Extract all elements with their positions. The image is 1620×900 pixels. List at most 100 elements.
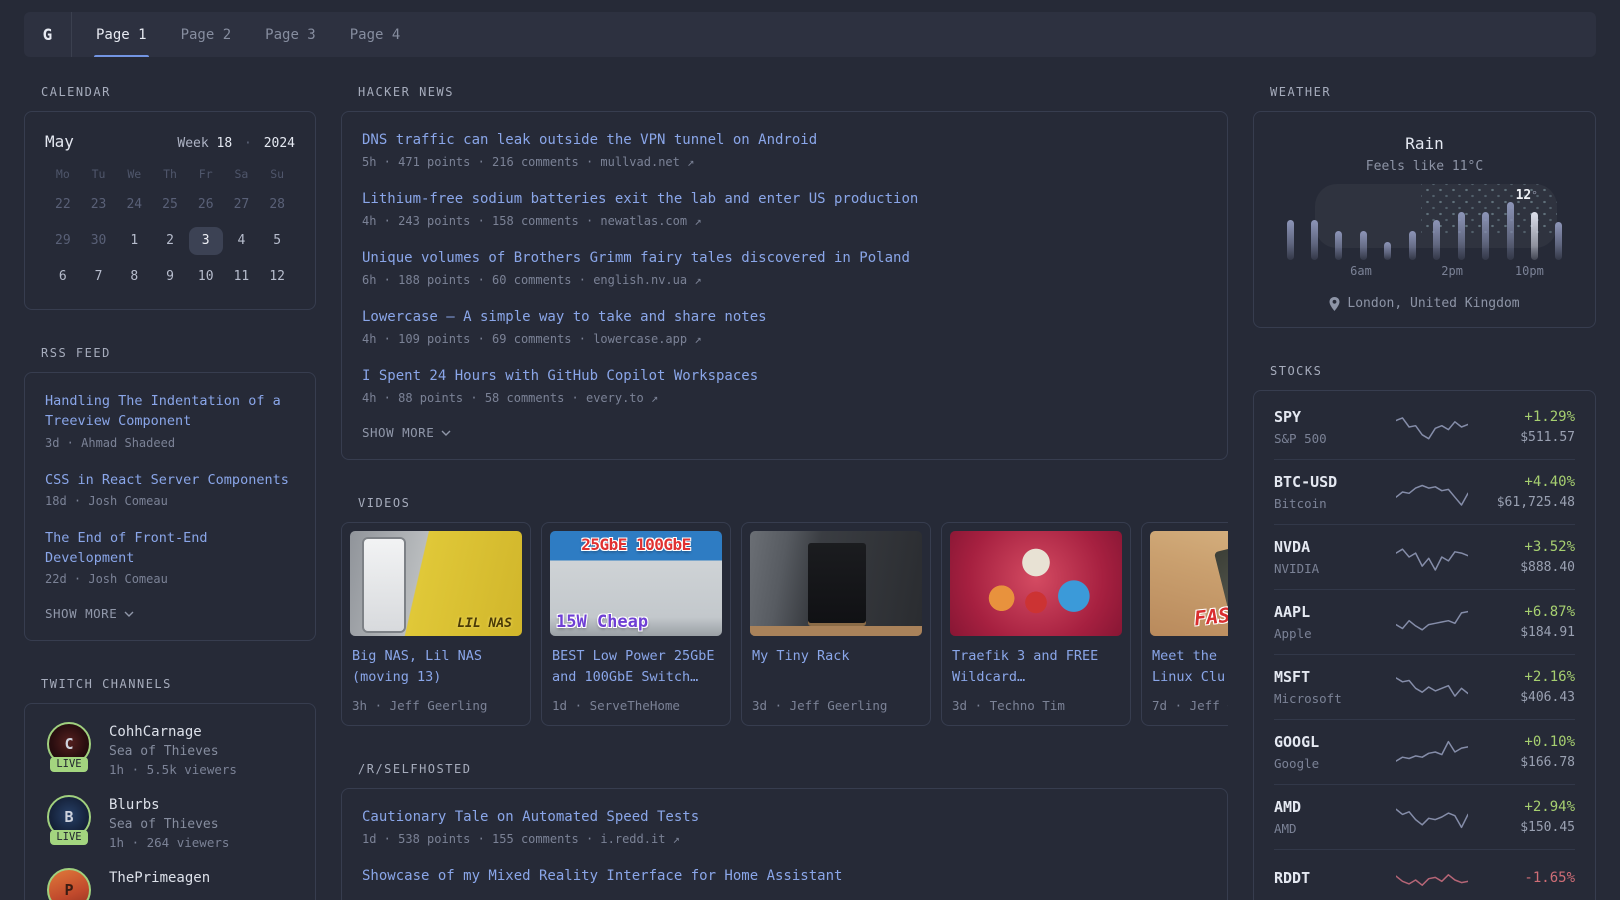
- calendar-day[interactable]: 30: [82, 227, 116, 255]
- rss-item-title[interactable]: CSS in React Server Components: [45, 470, 295, 490]
- video-card[interactable]: 25GbE 100GbE 15W Cheap BEST Low Power 25…: [541, 522, 731, 726]
- video-title[interactable]: Big NAS, Lil NAS (moving 13): [342, 646, 530, 690]
- tab-page-4[interactable]: Page 4: [348, 12, 403, 57]
- weather-time-labels: 6am 2pm 10pm: [1287, 264, 1563, 280]
- stock-name: Apple: [1274, 626, 1312, 641]
- rss-item-meta: 3d · Ahmad Shadeed: [45, 435, 176, 450]
- left-column: CALENDAR May Week 18 · 2024 Mo Tu We Th Fr Sa…: [24, 85, 316, 900]
- channel-meta: 1h · 5.5k viewers: [109, 762, 237, 778]
- calendar-day[interactable]: 11: [224, 263, 258, 291]
- reddit-item-title[interactable]: Cautionary Tale on Automated Speed Tests: [362, 807, 1207, 828]
- stock-row[interactable]: MSFT Microsoft +2.16% $406.43: [1274, 655, 1575, 720]
- calendar-day[interactable]: 1: [117, 227, 151, 255]
- video-title[interactable]: Meet the Linux Clu: [1142, 646, 1228, 690]
- stock-price: $150.45: [1520, 820, 1575, 835]
- hn-item-title[interactable]: Lowercase – A simple way to take and sha…: [362, 307, 1207, 328]
- rss-item: CSS in React Server Components 18d · Jos…: [45, 470, 295, 508]
- calendar-day[interactable]: 6: [46, 263, 80, 291]
- calendar-day[interactable]: 8: [117, 263, 151, 291]
- video-card[interactable]: Traefik 3 and FREE Wildcard… 3d · Techno…: [941, 522, 1131, 726]
- calendar-day[interactable]: 29: [46, 227, 80, 255]
- video-thumbnail[interactable]: LIL NAS: [350, 531, 522, 636]
- videos-section-title: VIDEOS: [358, 496, 411, 510]
- calendar-day[interactable]: 4: [224, 227, 258, 255]
- tab-page-3[interactable]: Page 3: [263, 12, 318, 57]
- reddit-item-title[interactable]: Showcase of my Mixed Reality Interface f…: [362, 866, 1207, 887]
- weather-bar: [1433, 220, 1441, 260]
- video-card[interactable]: My Tiny Rack 3d · Jeff Geerling: [741, 522, 931, 726]
- calendar-day[interactable]: 9: [153, 263, 187, 291]
- video-card[interactable]: LIL NAS Big NAS, Lil NAS (moving 13) 3h …: [341, 522, 531, 726]
- rss-item: Handling The Indentation of a Treeview C…: [45, 391, 295, 450]
- video-title[interactable]: Traefik 3 and FREE Wildcard…: [942, 646, 1130, 690]
- video-thumbnail[interactable]: [750, 531, 922, 636]
- stock-row[interactable]: GOOGL Google +0.10% $166.78: [1274, 720, 1575, 785]
- reddit-item: Showcase of my Mixed Reality Interface f…: [362, 866, 1207, 887]
- calendar-week-info: Week 18 · 2024: [177, 136, 295, 151]
- video-meta: 3d · Jeff Geerling: [752, 698, 888, 713]
- calendar-day[interactable]: 27: [224, 191, 258, 219]
- stock-row[interactable]: NVDA NVIDIA +3.52% $888.40: [1274, 525, 1575, 590]
- rss-section-title: RSS FEED: [41, 346, 111, 360]
- rss-item-title[interactable]: The End of Front-End Development: [45, 528, 295, 569]
- calendar-day[interactable]: 2: [153, 227, 187, 255]
- calendar-day-header: Mo: [55, 167, 70, 181]
- video-thumbnail[interactable]: 25GbE 100GbE 15W Cheap: [550, 531, 722, 636]
- stock-change: +6.87%: [1524, 604, 1575, 620]
- video-meta: 1d · ServeTheHome: [552, 698, 680, 713]
- stock-ticker: BTC-USD: [1274, 473, 1338, 491]
- live-badge: LIVE: [50, 757, 88, 773]
- hn-section-title: HACKER NEWS: [358, 85, 454, 99]
- calendar-day[interactable]: 10: [189, 263, 223, 291]
- stock-row[interactable]: BTC-USD Bitcoin +4.40% $61,725.48: [1274, 460, 1575, 525]
- stock-row[interactable]: SPY S&P 500 +1.29% $511.57: [1274, 395, 1575, 460]
- stock-name: NVIDIA: [1274, 561, 1320, 576]
- hn-item-title[interactable]: DNS traffic can leak outside the VPN tun…: [362, 130, 1207, 151]
- calendar-day[interactable]: 12: [260, 263, 294, 291]
- video-card[interactable]: FAST Meet the Linux Clu 7d · Jeff Geerli…: [1141, 522, 1228, 726]
- app-logo[interactable]: G: [24, 12, 72, 57]
- calendar-day[interactable]: 26: [189, 191, 223, 219]
- hn-item: Lithium-free sodium batteries exit the l…: [362, 189, 1207, 228]
- calendar-day[interactable]: 24: [117, 191, 151, 219]
- hn-item-title[interactable]: Lithium-free sodium batteries exit the l…: [362, 189, 1207, 210]
- twitch-channel-row[interactable]: B LIVE Blurbs Sea of Thieves 1h · 264 vi…: [45, 795, 295, 850]
- calendar-day[interactable]: 22: [46, 191, 80, 219]
- calendar-day[interactable]: 25: [153, 191, 187, 219]
- twitch-channel-row[interactable]: C LIVE CohhCarnage Sea of Thieves 1h · 5…: [45, 722, 295, 777]
- channel-name[interactable]: ThePrimeagen: [109, 870, 210, 886]
- video-thumbnail[interactable]: [950, 531, 1122, 636]
- video-title[interactable]: BEST Low Power 25GbE and 100GbE Switch…: [542, 646, 730, 690]
- stock-row[interactable]: AAPL Apple +6.87% $184.91: [1274, 590, 1575, 655]
- rss-item-title[interactable]: Handling The Indentation of a Treeview C…: [45, 391, 295, 432]
- twitch-channel-row[interactable]: P ThePrimeagen: [45, 868, 295, 900]
- channel-name[interactable]: CohhCarnage: [109, 724, 237, 740]
- tab-page-2[interactable]: Page 2: [179, 12, 234, 57]
- hn-item-title[interactable]: Unique volumes of Brothers Grimm fairy t…: [362, 248, 1207, 269]
- stock-price: $888.40: [1520, 560, 1575, 575]
- tab-page-1[interactable]: Page 1: [94, 12, 149, 57]
- hn-show-more-button[interactable]: SHOW MORE: [362, 425, 451, 440]
- channel-name[interactable]: Blurbs: [109, 797, 229, 813]
- calendar-day-header: Fr: [198, 167, 213, 181]
- chevron-down-icon: [124, 611, 134, 617]
- stock-row[interactable]: RDDT -1.65%: [1274, 850, 1575, 900]
- video-thumbnail[interactable]: FAST: [1150, 531, 1228, 636]
- stock-sparkline: [1392, 475, 1471, 509]
- calendar-day[interactable]: 28: [260, 191, 294, 219]
- stock-sparkline: [1392, 540, 1471, 574]
- calendar-day[interactable]: 23: [82, 191, 116, 219]
- calendar-day[interactable]: 7: [82, 263, 116, 291]
- videos-row: LIL NAS Big NAS, Lil NAS (moving 13) 3h …: [341, 522, 1228, 726]
- stock-row[interactable]: AMD AMD +2.94% $150.45: [1274, 785, 1575, 850]
- weather-bar: [1408, 231, 1416, 260]
- reddit-item-meta: 1d · 538 points · 155 comments · i.redd.…: [362, 832, 680, 846]
- calendar-day[interactable]: 5: [260, 227, 294, 255]
- hn-item-meta: 5h · 471 points · 216 comments · mullvad…: [362, 155, 695, 169]
- rss-show-more-button[interactable]: SHOW MORE: [45, 606, 134, 621]
- rss-item-meta: 18d · Josh Comeau: [45, 493, 168, 508]
- calendar-day-selected[interactable]: 3: [188, 227, 223, 255]
- video-title[interactable]: My Tiny Rack: [742, 646, 930, 690]
- hn-item-title[interactable]: I Spent 24 Hours with GitHub Copilot Wor…: [362, 366, 1207, 387]
- weather-bar: [1335, 231, 1343, 260]
